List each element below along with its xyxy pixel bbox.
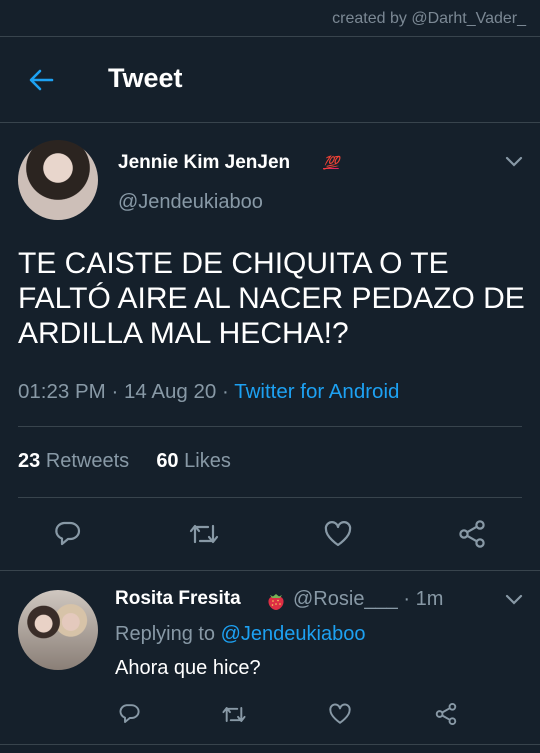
reply-author-handle[interactable]: @Rosie___ bbox=[293, 588, 398, 610]
likes-count: 60 bbox=[156, 450, 179, 472]
arrow-left-icon[interactable] bbox=[26, 65, 56, 95]
retweet-icon[interactable] bbox=[188, 520, 220, 548]
divider bbox=[0, 570, 540, 571]
avatar[interactable] bbox=[18, 140, 98, 220]
reply-avatar[interactable] bbox=[18, 590, 98, 670]
heart-icon[interactable] bbox=[328, 702, 352, 726]
page-title: Tweet bbox=[108, 63, 183, 93]
likes-stat[interactable]: 60 Likes bbox=[156, 450, 231, 472]
author-handle[interactable]: @Jendeukiaboo bbox=[118, 191, 263, 214]
hundred-points-icon: 💯 bbox=[323, 155, 339, 170]
retweets-count: 23 bbox=[18, 450, 41, 472]
mention-link[interactable]: @Jendeukiaboo bbox=[221, 623, 366, 645]
share-icon[interactable] bbox=[434, 702, 458, 726]
share-icon[interactable] bbox=[457, 519, 487, 549]
likes-label: Likes bbox=[184, 450, 231, 472]
chevron-down-icon[interactable] bbox=[505, 593, 523, 605]
replying-to-line: Replying to @Jendeukiaboo bbox=[115, 623, 365, 646]
chevron-down-icon[interactable] bbox=[505, 155, 523, 167]
strawberry-icon bbox=[265, 589, 287, 611]
divider bbox=[0, 744, 540, 745]
reply-age: 1m bbox=[415, 588, 444, 610]
author-name[interactable]: Jennie Kim JenJen bbox=[118, 152, 290, 174]
reply-text: Ahora que hice? bbox=[115, 657, 261, 679]
replying-label: Replying to bbox=[115, 623, 216, 645]
reply-meta: @Rosie___ · 1m bbox=[293, 588, 443, 611]
tweet-time: 01:23 PM bbox=[18, 380, 106, 403]
app-header: Tweet bbox=[0, 37, 540, 123]
watermark: created by @Darht_Vader_ bbox=[332, 10, 526, 27]
heart-icon[interactable] bbox=[323, 519, 353, 549]
tweet-source-link[interactable]: Twitter for Android bbox=[234, 380, 399, 403]
retweets-label: Retweets bbox=[45, 450, 130, 472]
separator: · bbox=[222, 380, 235, 403]
separator: · bbox=[111, 380, 124, 403]
divider bbox=[18, 426, 522, 427]
reply-icon[interactable] bbox=[117, 702, 141, 726]
divider bbox=[0, 122, 540, 123]
retweets-stat[interactable]: 23 Retweets bbox=[18, 450, 129, 472]
tweet-stats: 23 Retweets 60 Likes bbox=[18, 450, 231, 473]
divider bbox=[18, 497, 522, 498]
tweet-meta: 01:23 PM · 14 Aug 20 · Twitter for Andro… bbox=[18, 380, 399, 404]
reply-icon[interactable] bbox=[52, 519, 82, 549]
separator: · bbox=[403, 588, 416, 610]
retweet-icon[interactable] bbox=[221, 703, 247, 726]
tweet-text: TE CAISTE DE CHIQUITA O TE FALTÓ AIRE AL… bbox=[18, 247, 525, 350]
tweet-date: 14 Aug 20 bbox=[123, 380, 217, 403]
reply-author-name[interactable]: Rosita Fresita bbox=[115, 588, 241, 610]
